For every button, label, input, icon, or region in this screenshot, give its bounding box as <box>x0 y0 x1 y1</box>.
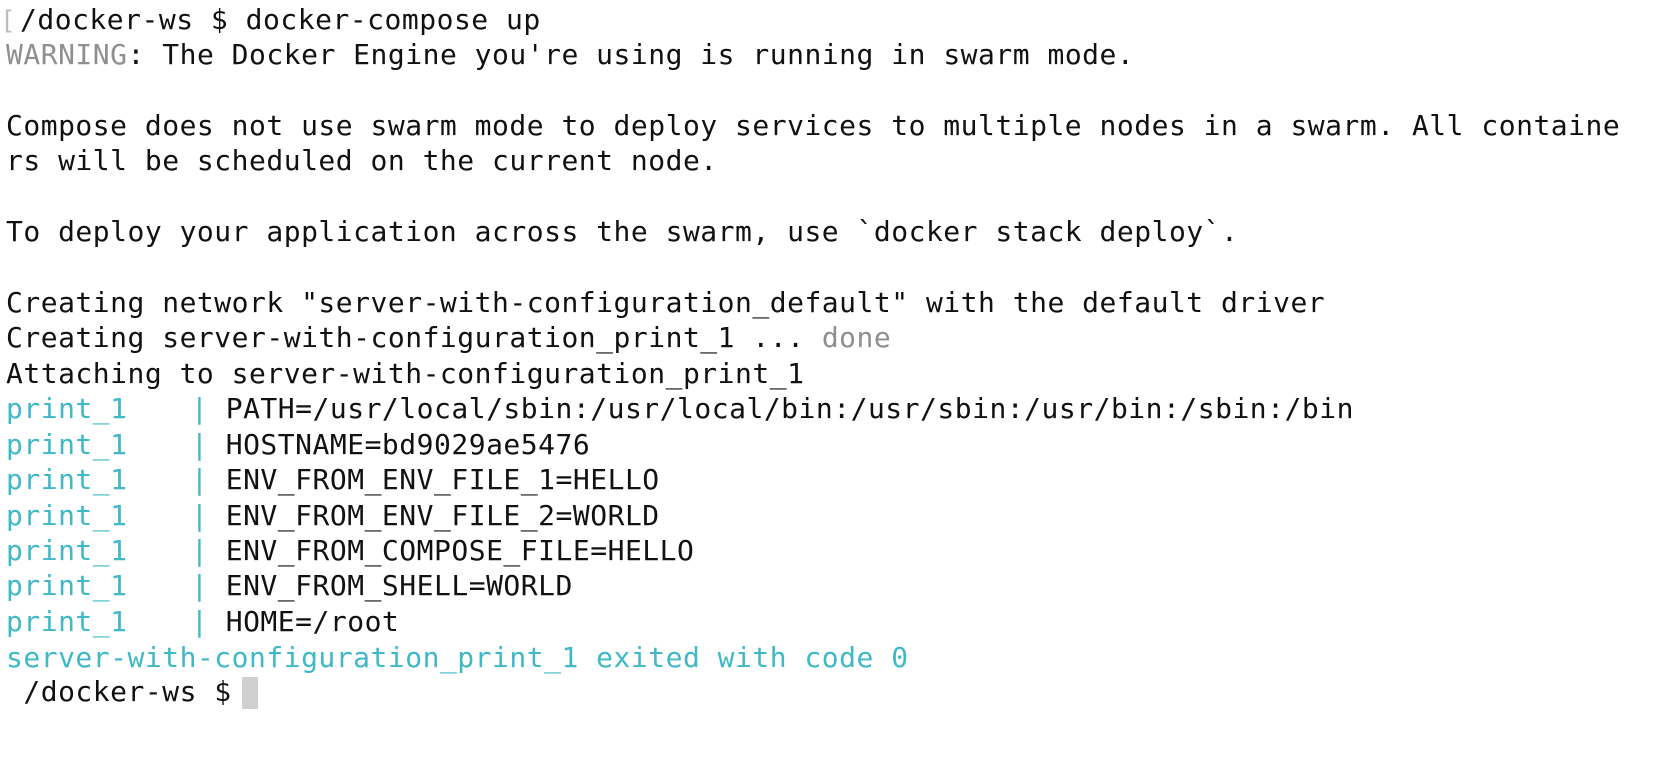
compose-line-2: rs will be scheduled on the current node… <box>6 144 718 177</box>
creating-container-line: Creating server-with-configuration_print… <box>6 320 891 356</box>
log-separator: | <box>191 463 209 496</box>
log-text: ENV_FROM_ENV_FILE_2=WORLD <box>208 499 660 532</box>
log-line: print_1 | HOSTNAME=bd9029ae5476 <box>6 427 590 463</box>
log-line: print_1 | ENV_FROM_ENV_FILE_2=WORLD <box>6 498 660 534</box>
log-separator: | <box>191 428 209 461</box>
prompt-path: /docker-ws $ <box>20 3 246 36</box>
service-name: print_1 <box>6 463 128 496</box>
log-separator: | <box>191 605 209 638</box>
service-name: print_1 <box>6 605 128 638</box>
log-line: print_1 | ENV_FROM_COMPOSE_FILE=HELLO <box>6 533 694 569</box>
deploy-line: To deploy your application across the sw… <box>6 215 1239 248</box>
log-separator: | <box>191 569 209 602</box>
service-name: print_1 <box>6 569 128 602</box>
log-separator: | <box>191 499 209 532</box>
warning-text: : The Docker Engine you're using is runn… <box>127 38 1135 71</box>
log-line: print_1 | HOME=/root <box>6 604 399 640</box>
cursor-block[interactable] <box>242 677 258 709</box>
compose-line-1: Compose does not use swarm mode to deplo… <box>6 109 1621 142</box>
attaching-line: Attaching to server-with-configuration_p… <box>6 357 805 390</box>
service-name: print_1 <box>6 428 128 461</box>
log-text: PATH=/usr/local/sbin:/usr/local/bin:/usr… <box>208 392 1354 425</box>
log-text: HOME=/root <box>208 605 400 638</box>
final-prompt: /docker-ws $ <box>6 675 250 708</box>
service-name: print_1 <box>6 499 128 532</box>
log-text: ENV_FROM_SHELL=WORLD <box>208 569 573 602</box>
log-text: HOSTNAME=bd9029ae5476 <box>208 428 591 461</box>
warning-line: WARNING: The Docker Engine you're using … <box>6 37 1134 73</box>
log-separator: | <box>191 392 209 425</box>
log-separator: | <box>191 534 209 567</box>
creating-network-line: Creating network "server-with-configurat… <box>6 286 1326 319</box>
command-text: docker-compose up <box>245 3 541 36</box>
terminal-window[interactable]: [ /docker-ws $ docker-compose up WARNING… <box>0 0 1665 767</box>
warning-label: WARNING <box>6 38 128 71</box>
creating-container-text: Creating server-with-configuration_print… <box>6 321 822 354</box>
log-line: print_1 | PATH=/usr/local/sbin:/usr/local… <box>6 391 1354 427</box>
exit-line: server-with-configuration_print_1 exited… <box>6 641 909 674</box>
service-name: print_1 <box>6 534 128 567</box>
command-line: /docker-ws $ docker-compose up <box>20 2 541 38</box>
log-text: ENV_FROM_COMPOSE_FILE=HELLO <box>208 534 695 567</box>
log-text: ENV_FROM_ENV_FILE_1=HELLO <box>208 463 660 496</box>
log-line: print_1 | ENV_FROM_SHELL=WORLD <box>6 568 573 604</box>
status-done: done <box>821 321 892 354</box>
scroll-marker: [ <box>0 6 16 36</box>
log-line: print_1 | ENV_FROM_ENV_FILE_1=HELLO <box>6 462 660 498</box>
service-name: print_1 <box>6 392 128 425</box>
